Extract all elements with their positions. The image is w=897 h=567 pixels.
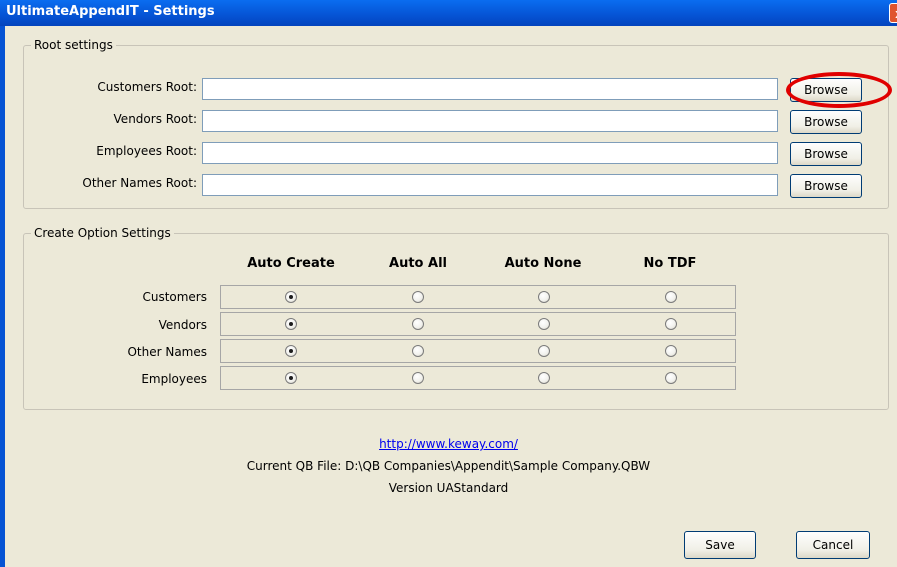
radio-customers-auto-create[interactable] — [285, 291, 297, 303]
row-label-customers: Customers — [142, 290, 207, 304]
other-names-browse-button[interactable]: Browse — [790, 174, 862, 198]
employees-root-field[interactable] — [202, 142, 778, 164]
radio-employees-auto-none[interactable] — [538, 372, 550, 384]
radio-employees-no-tdf[interactable] — [665, 372, 677, 384]
radio-customers-no-tdf[interactable] — [665, 291, 677, 303]
radio-vendors-no-tdf[interactable] — [665, 318, 677, 330]
col-header-auto-create: Auto Create — [247, 256, 335, 271]
vendors-root-field[interactable] — [202, 110, 778, 132]
vendors-browse-button[interactable]: Browse — [790, 110, 862, 134]
radio-vendors-auto-none[interactable] — [538, 318, 550, 330]
cancel-button[interactable]: Cancel — [796, 531, 870, 559]
option-row-other-names — [220, 339, 736, 363]
radio-customers-auto-all[interactable] — [412, 291, 424, 303]
employees-browse-button[interactable]: Browse — [790, 142, 862, 166]
website-link[interactable]: http://www.keway.com/ — [0, 437, 897, 451]
radio-vendors-auto-all[interactable] — [412, 318, 424, 330]
radio-employees-auto-all[interactable] — [412, 372, 424, 384]
col-header-no-tdf: No TDF — [643, 256, 697, 271]
radio-other-names-auto-all[interactable] — [412, 345, 424, 357]
vendors-root-label: Vendors Root: — [113, 112, 197, 126]
other-names-root-field[interactable] — [202, 174, 778, 196]
row-label-employees: Employees — [141, 372, 207, 386]
radio-vendors-auto-create[interactable] — [285, 318, 297, 330]
col-header-auto-none: Auto None — [504, 256, 582, 271]
version-text: Version UAStandard — [388, 481, 509, 495]
create-options-legend: Create Option Settings — [31, 226, 174, 240]
other-names-root-label: Other Names Root: — [82, 176, 197, 190]
row-label-other-names: Other Names — [127, 345, 207, 359]
current-qb-file: Current QB File: D:\QB Companies\Appendi… — [246, 459, 651, 473]
col-header-auto-all: Auto All — [389, 256, 447, 271]
radio-other-names-no-tdf[interactable] — [665, 345, 677, 357]
row-label-vendors: Vendors — [158, 318, 207, 332]
radio-employees-auto-create[interactable] — [285, 372, 297, 384]
radio-customers-auto-none[interactable] — [538, 291, 550, 303]
root-settings-legend: Root settings — [31, 38, 116, 52]
employees-root-label: Employees Root: — [96, 144, 197, 158]
customers-browse-button[interactable]: Browse — [790, 78, 862, 102]
title-bar[interactable]: UltimateAppendIT - Settings x — [0, 0, 897, 26]
radio-other-names-auto-create[interactable] — [285, 345, 297, 357]
option-row-employees — [220, 366, 736, 390]
customers-root-label: Customers Root: — [97, 80, 197, 94]
customers-root-field[interactable] — [202, 78, 778, 100]
close-icon[interactable]: x — [889, 3, 897, 23]
option-row-vendors — [220, 312, 736, 336]
radio-other-names-auto-none[interactable] — [538, 345, 550, 357]
window-title: UltimateAppendIT - Settings — [6, 4, 215, 19]
option-row-customers — [220, 285, 736, 309]
save-button[interactable]: Save — [684, 531, 756, 559]
